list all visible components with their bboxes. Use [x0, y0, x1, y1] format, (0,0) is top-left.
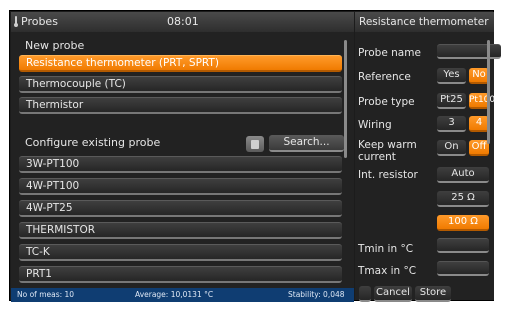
tmax-label: Tmax in °C — [358, 265, 417, 277]
device-frame: Probes 08:01 New probe Resistance thermo… — [0, 0, 506, 310]
tmax-field[interactable] — [437, 261, 489, 276]
probe-list-item[interactable]: THERMISTOR — [19, 222, 342, 239]
probes-panel: Probes 08:01 New probe Resistance thermo… — [11, 12, 354, 302]
search-button[interactable]: Search... — [269, 135, 344, 152]
panel-title: Probes — [21, 15, 58, 28]
probe-list-item[interactable]: 4W-PT25 — [19, 200, 342, 217]
int-resistor-25-button[interactable]: 25 Ω — [437, 191, 489, 207]
keep-warm-label: Keep warm — [358, 139, 417, 151]
status-bar: No of meas: 10 Average: 10,0131 °C Stabi… — [11, 288, 354, 302]
wiring-3-button[interactable]: 3 — [437, 116, 466, 132]
clock: 08:01 — [167, 15, 199, 28]
configure-existing-label: Configure existing probe — [25, 136, 161, 149]
probes-header: Probes 08:01 — [11, 12, 354, 32]
int-resistor-label: Int. resistor — [358, 169, 418, 181]
footer-blank-button[interactable] — [359, 286, 371, 302]
reference-no-button[interactable]: No — [469, 68, 489, 84]
meas-count: No of meas: 10 — [17, 290, 75, 299]
keep-warm-on-button[interactable]: On — [437, 140, 466, 156]
int-resistor-auto-button[interactable]: Auto — [437, 167, 489, 183]
probe-name-label: Probe name — [358, 47, 421, 59]
settings-scrollbar[interactable] — [487, 40, 490, 144]
settings-title: Resistance thermometer — [355, 12, 494, 32]
probe-type-label: Probe type — [358, 96, 415, 108]
reference-yes-button[interactable]: Yes — [437, 68, 466, 84]
probe-list-item[interactable]: PRT1 — [19, 266, 342, 283]
probe-list-item[interactable]: 4W-PT100 — [19, 178, 342, 195]
wiring-4-button[interactable]: 4 — [469, 116, 489, 132]
screen: Probes 08:01 New probe Resistance thermo… — [9, 10, 501, 302]
wiring-label: Wiring — [358, 119, 392, 131]
average-value: Average: 10,0131 °C — [135, 290, 214, 299]
probe-settings-panel: Resistance thermometer Probe name Refere… — [355, 12, 501, 302]
cancel-button[interactable]: Cancel — [374, 286, 412, 302]
keep-warm-off-button[interactable]: Off — [469, 140, 489, 156]
reference-label: Reference — [358, 71, 411, 83]
int-resistor-100-button[interactable]: 100 Ω — [437, 215, 489, 231]
trash-icon — [251, 140, 259, 149]
keep-warm-label-2: current — [358, 151, 396, 163]
thermometer-icon — [14, 16, 18, 27]
tmin-label: Tmin in °C — [358, 243, 414, 255]
list-scrollbar[interactable] — [344, 40, 347, 158]
tmin-field[interactable] — [437, 238, 489, 253]
probe-list-item[interactable]: TC-K — [19, 244, 342, 261]
probe-type-option-thermistor[interactable]: Thermistor — [19, 97, 342, 114]
probe-type-option-rtd[interactable]: Resistance thermometer (PRT, SPRT) — [19, 55, 342, 72]
probe-type-pt100-button[interactable]: Pt100 — [469, 93, 495, 109]
probe-type-pt25-button[interactable]: Pt25 — [437, 93, 466, 109]
settings-footer: Cancel Store — [355, 286, 494, 302]
probe-list-item[interactable]: 3W-PT100 — [19, 156, 342, 173]
probe-name-field[interactable] — [437, 44, 501, 59]
stability-value: Stability: 0,048 — [288, 290, 345, 299]
delete-button[interactable] — [246, 136, 264, 152]
new-probe-label: New probe — [25, 39, 85, 52]
store-button[interactable]: Store — [415, 286, 451, 302]
probe-type-option-tc[interactable]: Thermocouple (TC) — [19, 76, 342, 93]
